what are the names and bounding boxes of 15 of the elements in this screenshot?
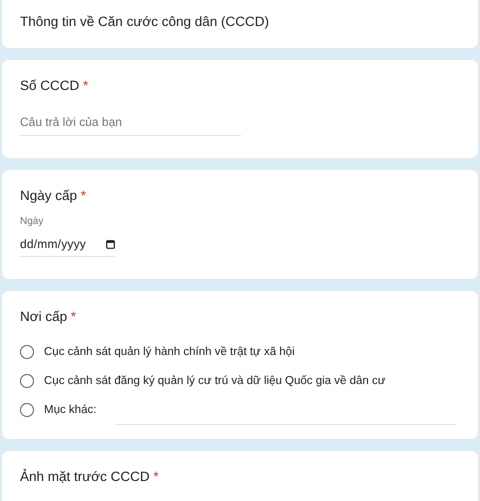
calendar-icon[interactable]: [106, 240, 115, 248]
question-title: Số CCCD *: [20, 77, 90, 95]
radio-button[interactable]: [20, 345, 34, 359]
radio-button[interactable]: [20, 374, 34, 388]
date-field[interactable]: dd/mm/yyyy: [20, 237, 115, 257]
option-label: Cục cảnh sát đăng ký quản lý cư trú và dữ liệu Quốc gia về dân cư: [44, 375, 386, 387]
question-title: Ngày cấp *: [20, 187, 88, 205]
answer-field[interactable]: Câu trả lời của bạn: [20, 115, 241, 136]
section-title: Thông tin về Căn cước công dân (CCCD): [20, 13, 270, 31]
question-title: Ảnh mặt trước CCCD *: [20, 468, 160, 486]
option-label: Mục khác:: [44, 404, 96, 416]
radio-button[interactable]: [20, 403, 34, 417]
question-title: Nơi cấp *: [20, 308, 78, 326]
date-label: Ngày: [20, 216, 44, 227]
option-label: Cục cảnh sát quản lý hành chính về trật tự xã hội: [44, 346, 295, 358]
